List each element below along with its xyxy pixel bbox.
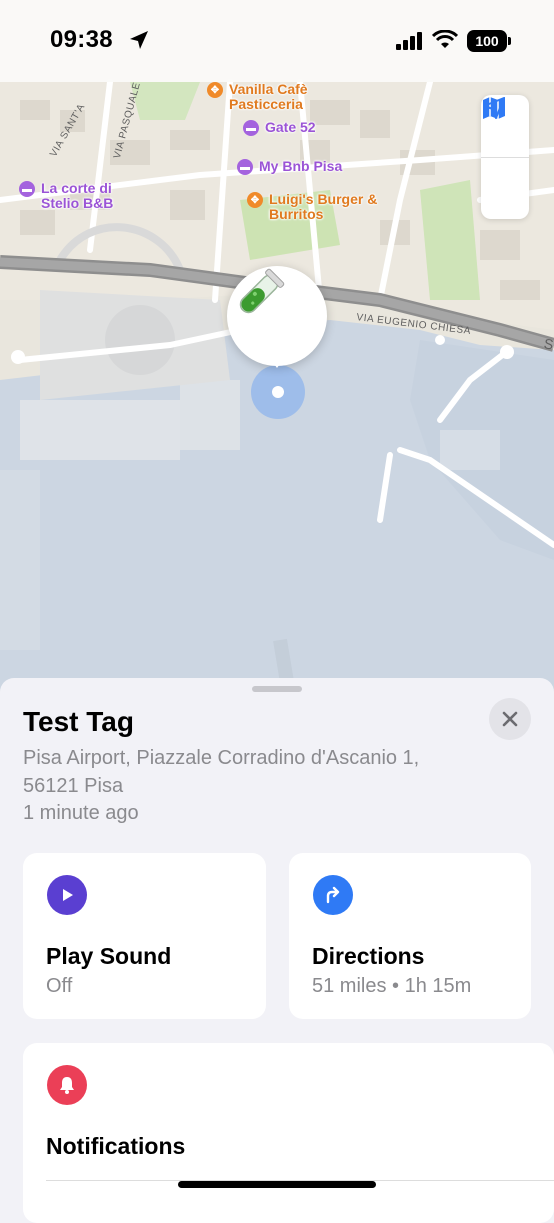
test-tube-icon (239, 268, 285, 314)
notifications-label: Notifications (46, 1133, 186, 1159)
wifi-icon (432, 30, 458, 48)
current-location-button[interactable] (481, 97, 529, 220)
poi-luigis-burger[interactable]: ✥ Luigi's Burger & Burritos (247, 192, 377, 222)
poi-label: Luigi's Burger & (269, 191, 378, 207)
sheet-grabber[interactable] (252, 686, 302, 692)
bell-icon (47, 1065, 87, 1105)
directions-card[interactable]: Directions 51 miles • 1h 15m (289, 853, 531, 1019)
poi-label: My Bnb Pisa (259, 158, 343, 174)
poi-vanilla-cafe[interactable]: ✥ Vanilla Cafè Pasticceria (207, 82, 308, 112)
location-arrow-icon (483, 97, 505, 119)
poi-my-bnb-pisa[interactable]: ▬ My Bnb Pisa (237, 159, 342, 175)
home-indicator[interactable] (178, 1181, 376, 1188)
close-button[interactable] (489, 698, 531, 740)
poi-label: Pasticceria (229, 96, 303, 112)
item-pin[interactable] (227, 266, 327, 368)
close-icon (502, 711, 518, 727)
address-line: 56121 Pisa (23, 775, 124, 797)
poi-label: La corte di (41, 180, 112, 196)
turn-right-arrow-icon (313, 875, 353, 915)
play-sound-label: Play Sound (46, 943, 172, 969)
item-detail-sheet: Test Tag Pisa Airport, Piazzale Corradin… (0, 678, 554, 1223)
fork-knife-icon: ✥ (207, 82, 223, 98)
address-line: Pisa Airport, Piazzale Corradino d'Ascan… (23, 747, 420, 769)
item-address: Pisa Airport, Piazzale Corradino d'Ascan… (23, 744, 473, 800)
poi-label: Stelio B&B (41, 195, 114, 211)
bed-icon: ▬ (19, 181, 35, 197)
poi-gate-52[interactable]: ▬ Gate 52 (243, 120, 316, 136)
clock: 09:38 (50, 26, 113, 53)
last-seen-time: 1 minute ago (23, 802, 139, 824)
map-view[interactable]: VIA SANT'A VIA PASQUALE VIA EUGENIO CHIE… (0, 0, 554, 700)
item-location-dot (272, 386, 284, 398)
poi-label: Vanilla Cafè (229, 81, 308, 97)
play-sound-status: Off (46, 975, 73, 997)
play-icon (47, 875, 87, 915)
directions-label: Directions (312, 943, 425, 969)
poi-label: Gate 52 (265, 119, 316, 135)
fork-knife-icon: ✥ (247, 192, 263, 208)
street-label: S (542, 335, 554, 353)
bed-icon: ▬ (243, 120, 259, 136)
cellular-signal-icon (396, 32, 422, 50)
battery-indicator: 100 (467, 30, 511, 52)
notifications-card[interactable]: Notifications (23, 1043, 554, 1223)
play-sound-card[interactable]: Play Sound Off (23, 853, 266, 1019)
location-services-icon (130, 31, 148, 49)
status-bar: 09:38 100 (0, 0, 554, 82)
poi-la-corte-di-stelio[interactable]: ▬ La corte di Stelio B&B (19, 181, 113, 211)
bed-icon: ▬ (237, 159, 253, 175)
item-title: Test Tag (23, 706, 134, 737)
map-controls (481, 95, 529, 219)
poi-label: Burritos (269, 206, 324, 222)
directions-detail: 51 miles • 1h 15m (312, 975, 472, 997)
